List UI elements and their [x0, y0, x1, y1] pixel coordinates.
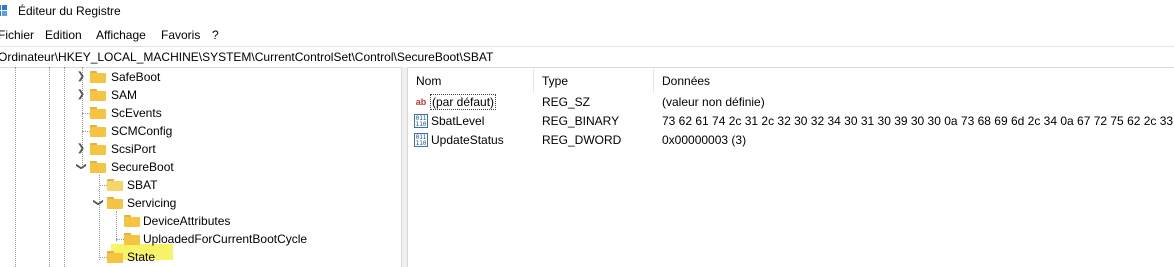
chevron-down-icon[interactable]: ❯: [93, 198, 104, 208]
tree-guide: [99, 257, 107, 258]
tree-guide: [64, 67, 65, 267]
tree-guide: [15, 67, 16, 267]
tree-item-label: SCMConfig: [111, 124, 173, 138]
window-title: Éditeur du Registre: [18, 4, 121, 18]
column-header-type[interactable]: Type: [542, 74, 568, 88]
value-row-sbatlevel[interactable]: 011 110 SbatLevel REG_BINARY 73 62 61 74 …: [408, 112, 1174, 131]
tree-guide: [49, 67, 50, 267]
chevron-right-icon[interactable]: ❯: [76, 89, 86, 100]
tree-item-label: ScsiPort: [111, 142, 156, 156]
folder-icon: [90, 161, 106, 173]
regedit-icon: [0, 5, 7, 16]
value-name: UpdateStatus: [431, 133, 504, 147]
column-divider[interactable]: [653, 67, 654, 93]
tree-guide: [99, 185, 107, 186]
binary-value-icon: 011 110: [414, 114, 428, 128]
tree-item-label: DeviceAttributes: [143, 214, 231, 228]
chevron-right-icon[interactable]: ❯: [76, 143, 86, 154]
tree-guide: [82, 131, 90, 132]
folder-icon: [90, 143, 106, 155]
folder-icon: [124, 233, 140, 245]
value-data: (valeur non définie): [662, 95, 765, 109]
folder-open-icon: [107, 179, 123, 191]
value-row-default[interactable]: ab (par défaut) REG_SZ (valeur non défin…: [408, 93, 1174, 112]
menu-edition[interactable]: Edition: [45, 28, 82, 42]
folder-icon: [90, 125, 106, 137]
value-data: 0x00000003 (3): [662, 133, 747, 147]
value-type: REG_DWORD: [542, 133, 622, 147]
tree-guide: [99, 175, 100, 260]
tree-guide: [116, 211, 117, 241]
folder-icon: [124, 215, 140, 227]
string-value-icon: ab: [415, 97, 427, 107]
title-bar: Éditeur du Registre: [0, 0, 1174, 23]
tree-item-label: Servicing: [127, 196, 177, 210]
tree-item-label: SAM: [111, 88, 138, 102]
column-header-data[interactable]: Données: [662, 74, 710, 88]
value-data: 73 62 61 74 2c 31 2c 32 30 32 34 30 31 3…: [662, 114, 1174, 128]
menu-fichier[interactable]: Fichier: [0, 28, 34, 42]
tree-item-label: ScEvents: [111, 106, 162, 120]
value-type: REG_SZ: [542, 95, 591, 109]
values-list[interactable]: Nom Type Données ab (par défaut) REG_SZ …: [408, 67, 1174, 267]
tree-item-label: State: [127, 250, 156, 264]
folder-icon: [107, 251, 123, 263]
address-bar[interactable]: Ordinateur\HKEY_LOCAL_MACHINE\SYSTEM\Cur…: [0, 46, 1174, 68]
folder-icon: [90, 89, 106, 101]
folder-icon: [90, 107, 106, 119]
value-row-updatestatus[interactable]: 011 110 UpdateStatus REG_DWORD 0x00000003…: [408, 131, 1174, 150]
folder-icon: [107, 197, 123, 209]
column-header-name[interactable]: Nom: [416, 74, 441, 88]
address-path[interactable]: Ordinateur\HKEY_LOCAL_MACHINE\SYSTEM\Cur…: [0, 50, 493, 64]
folder-icon: [90, 71, 106, 83]
menu-affichage[interactable]: Affichage: [96, 28, 146, 42]
tree-item-label: SBAT: [127, 178, 158, 192]
value-name: SbatLevel: [431, 114, 485, 128]
tree-item-label: UploadedForCurrentBootCycle: [143, 232, 308, 246]
menu-help[interactable]: ?: [212, 28, 219, 42]
menu-favoris[interactable]: Favoris: [161, 28, 200, 42]
menu-bar: Fichier Edition Affichage Favoris ?: [0, 26, 1174, 44]
tree-item-label: SafeBoot: [111, 70, 161, 84]
value-name: (par défaut): [429, 94, 497, 110]
tree-guide: [82, 113, 90, 114]
value-type: REG_BINARY: [542, 114, 620, 128]
tree-guide: [116, 239, 124, 240]
binary-value-icon: 011 110: [414, 133, 428, 147]
chevron-down-icon[interactable]: ❯: [76, 162, 87, 172]
tree-item-label: SecureBoot: [111, 160, 174, 174]
column-divider[interactable]: [533, 67, 534, 93]
key-tree[interactable]: ❯ SafeBoot ❯ SAM ScEvents SCMConfig ❯ Sc…: [0, 67, 401, 267]
pane-splitter[interactable]: [401, 67, 408, 267]
chevron-right-icon[interactable]: ❯: [76, 71, 86, 82]
